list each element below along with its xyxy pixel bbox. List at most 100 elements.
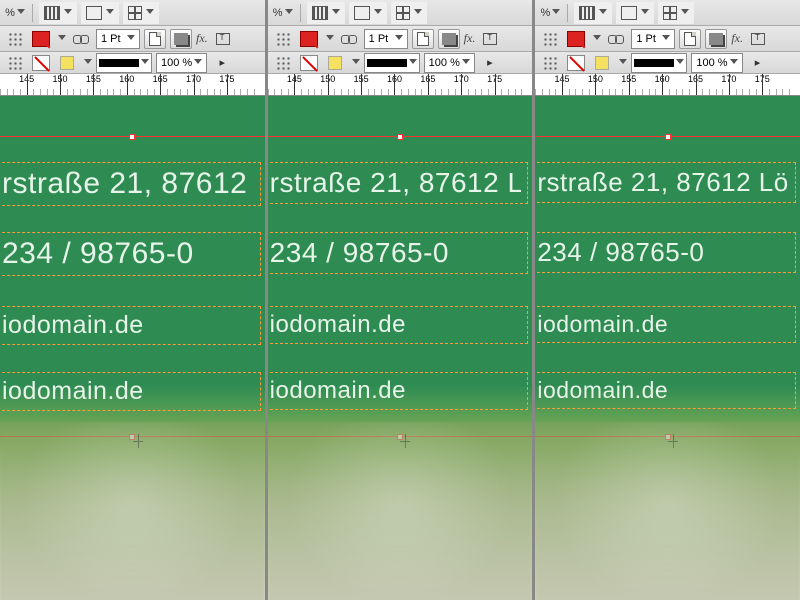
horizontal-ruler[interactable]: 145150155160165170175 <box>535 74 800 96</box>
stroke-style-combo[interactable] <box>96 53 152 73</box>
text-frame-domain-2[interactable]: iodomain.de <box>268 372 529 410</box>
text-frame-domain-2[interactable]: iodomain.de <box>535 372 796 409</box>
overflow-button[interactable]: ▸ <box>479 53 501 73</box>
drop-shadow-button[interactable] <box>170 29 192 49</box>
arrange-menu[interactable] <box>123 2 159 24</box>
stroke-align-button[interactable] <box>144 29 166 49</box>
stroke-weight-combo[interactable]: 1 Pt <box>631 29 675 49</box>
fitting-menu[interactable] <box>81 2 119 24</box>
text-frame-address[interactable]: rstraße 21, 87612 Lö <box>535 162 796 203</box>
fx-label[interactable]: fx. <box>464 31 476 46</box>
quick-apply-button[interactable] <box>212 29 234 49</box>
document-canvas[interactable]: rstraße 21, 87612 Lö 234 / 98765-0 iodom… <box>535 96 800 600</box>
zoom-dropdown[interactable]: % <box>4 3 26 23</box>
text-frame-phone[interactable]: 234 / 98765-0 <box>535 232 796 273</box>
anchor-corner-button[interactable] <box>272 29 294 49</box>
guide-handle[interactable] <box>397 134 403 140</box>
no-fill-button[interactable] <box>298 29 320 49</box>
zoom-dropdown[interactable]: % <box>539 3 561 23</box>
text-domain-1[interactable]: iodomain.de <box>537 311 789 338</box>
horizontal-ruler[interactable]: 145150155160165170175 <box>268 74 533 96</box>
text-frame-address[interactable]: rstraße 21, 87612 <box>0 162 261 206</box>
stroke-align-button[interactable] <box>679 29 701 49</box>
opacity-combo[interactable]: 100 % <box>156 53 207 73</box>
constrain-proportions-button[interactable] <box>605 29 627 49</box>
constrain-proportions-button[interactable] <box>338 29 360 49</box>
guide-line[interactable] <box>268 136 533 137</box>
solid-stroke-icon <box>367 59 407 67</box>
align-stroke-icon <box>149 32 161 46</box>
drop-shadow-button[interactable] <box>438 29 460 49</box>
guide-handle[interactable] <box>129 134 135 140</box>
chevron-down-icon <box>374 9 382 17</box>
anchor-corner-button[interactable] <box>539 29 561 49</box>
frame-icon <box>44 6 60 20</box>
stroke-style-combo[interactable] <box>364 53 420 73</box>
guide-line[interactable] <box>535 136 800 137</box>
structure-dropdown[interactable] <box>272 53 294 73</box>
fitting-menu[interactable] <box>616 2 654 24</box>
text-phone[interactable]: 234 / 98765-0 <box>537 237 789 268</box>
zoom-dropdown[interactable]: % <box>272 3 294 23</box>
document-canvas[interactable]: rstraße 21, 87612 L 234 / 98765-0 iodoma… <box>268 96 533 600</box>
swatch-yellow-button[interactable] <box>56 53 78 73</box>
text-address[interactable]: rstraße 21, 87612 Lö <box>537 167 789 198</box>
quick-apply-button[interactable] <box>479 29 501 49</box>
no-fill-button[interactable] <box>565 29 587 49</box>
fx-label[interactable]: fx. <box>731 31 743 46</box>
ruler-ticks: 145150155160165170175 <box>535 74 800 95</box>
quick-apply-button[interactable] <box>747 29 769 49</box>
drop-shadow-button[interactable] <box>705 29 727 49</box>
swatch-yellow-button[interactable] <box>324 53 346 73</box>
swatch-yellow-button[interactable] <box>591 53 613 73</box>
text-frame-domain-1[interactable]: iodomain.de <box>535 306 796 343</box>
overflow-button[interactable]: ▸ <box>747 53 769 73</box>
structure-dropdown[interactable] <box>539 53 561 73</box>
horizontal-ruler[interactable]: 145150155160165170175 <box>0 74 265 96</box>
text-domain-2[interactable]: iodomain.de <box>537 377 789 404</box>
chevron-down-icon <box>64 9 72 17</box>
text-domain-1[interactable]: iodomain.de <box>270 311 522 339</box>
overflow-button[interactable]: ▸ <box>211 53 233 73</box>
stroke-style-combo[interactable] <box>631 53 687 73</box>
stroke-align-button[interactable] <box>412 29 434 49</box>
stroke-weight-combo[interactable]: 1 Pt <box>96 29 140 49</box>
text-address[interactable]: rstraße 21, 87612 L <box>270 167 522 199</box>
guide-line[interactable] <box>0 136 265 137</box>
text-frame-phone[interactable]: 234 / 98765-0 <box>0 232 261 276</box>
text-frame-domain-1[interactable]: iodomain.de <box>268 306 529 344</box>
text-frame-domain-1[interactable]: iodomain.de <box>0 306 261 345</box>
document-canvas[interactable]: rstraße 21, 87612 234 / 98765-0 iodomain… <box>0 96 265 600</box>
arrange-menu[interactable] <box>658 2 694 24</box>
text-domain-1[interactable]: iodomain.de <box>2 311 254 340</box>
opacity-combo[interactable]: 100 % <box>691 53 742 73</box>
anchor-corner-button[interactable] <box>4 29 26 49</box>
text-frame-phone[interactable]: 234 / 98765-0 <box>268 232 529 274</box>
chain-icon <box>341 32 357 46</box>
fill-none-button[interactable] <box>30 53 52 73</box>
structure-dropdown[interactable] <box>4 53 26 73</box>
frame-options-menu[interactable] <box>39 2 77 24</box>
fill-none-button[interactable] <box>298 53 320 73</box>
arrange-menu[interactable] <box>391 2 427 24</box>
toolbar-row-1: % <box>535 0 800 26</box>
text-address[interactable]: rstraße 21, 87612 <box>2 167 254 201</box>
text-domain-2[interactable]: iodomain.de <box>270 377 522 405</box>
fitting-menu[interactable] <box>349 2 387 24</box>
ruler-ticks: 145150155160165170175 <box>0 74 265 95</box>
no-fill-button[interactable] <box>30 29 52 49</box>
text-phone[interactable]: 234 / 98765-0 <box>270 237 522 269</box>
frame-options-menu[interactable] <box>307 2 345 24</box>
stroke-weight-combo[interactable]: 1 Pt <box>364 29 408 49</box>
text-domain-2[interactable]: iodomain.de <box>2 377 254 406</box>
fx-label[interactable]: fx. <box>196 31 208 46</box>
text-phone[interactable]: 234 / 98765-0 <box>2 237 254 271</box>
text-frame-domain-2[interactable]: iodomain.de <box>0 372 261 411</box>
chevron-down-icon <box>414 9 422 17</box>
guide-handle[interactable] <box>665 134 671 140</box>
constrain-proportions-button[interactable] <box>70 29 92 49</box>
frame-options-menu[interactable] <box>574 2 612 24</box>
text-frame-address[interactable]: rstraße 21, 87612 L <box>268 162 529 204</box>
fill-none-button[interactable] <box>565 53 587 73</box>
opacity-combo[interactable]: 100 % <box>424 53 475 73</box>
